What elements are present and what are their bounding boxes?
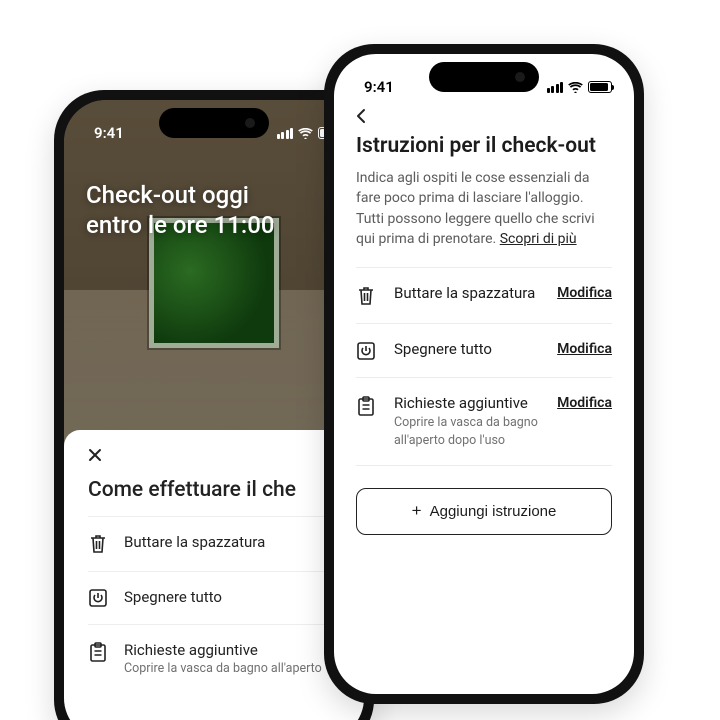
guest-row-trash: Buttare la spazzatura [88, 516, 340, 571]
guest-row-power: Spegnere tutto [88, 571, 340, 624]
guest-row-label: Buttare la spazzatura [124, 533, 265, 551]
guest-sheet: Come effettuare il che Buttare la spazza… [64, 430, 364, 720]
close-icon[interactable] [88, 448, 340, 462]
status-time: 9:41 [94, 124, 124, 142]
cellular-icon [277, 128, 294, 139]
dynamic-island [159, 108, 269, 138]
host-phone: 9:41 Istruzioni per il check-out Indica … [324, 44, 644, 704]
guest-row-label: Spegnere tutto [124, 588, 222, 606]
wifi-icon [298, 128, 313, 139]
page-lead: Indica agli ospiti le cose essenziali da… [356, 168, 612, 249]
instruction-label: Spegnere tutto [394, 340, 541, 358]
learn-more-link[interactable]: Scopri di più [500, 231, 577, 247]
guest-row-label: Richieste aggiuntive [124, 641, 322, 659]
instruction-row-requests: Richieste aggiuntive Coprire la vasca da… [356, 378, 612, 466]
instruction-row-trash: Buttare la spazzatura Modifica [356, 267, 612, 324]
trash-icon [88, 533, 110, 555]
cellular-icon [547, 82, 564, 93]
guest-row-requests: Richieste aggiuntive Coprire la vasca da… [88, 624, 340, 692]
back-button[interactable] [334, 106, 634, 130]
add-instruction-label: Aggiungi istruzione [430, 503, 557, 520]
edit-link[interactable]: Modifica [557, 394, 612, 411]
dynamic-island [429, 62, 539, 92]
trash-icon [356, 284, 378, 307]
instruction-list: Buttare la spazzatura Modifica Spegnere … [356, 267, 612, 466]
status-time: 9:41 [364, 78, 394, 96]
guest-screen: 9:41 Check-out oggi entro le ore 11:00 C… [64, 100, 364, 720]
add-instruction-button[interactable]: + Aggiungi istruzione [356, 488, 612, 535]
guest-row-sub: Coprire la vasca da bagno all'aperto [124, 661, 322, 676]
clipboard-icon [356, 394, 378, 417]
wifi-icon [568, 82, 583, 93]
checkout-hero-text: Check-out oggi entro le ore 11:00 [86, 180, 342, 240]
guest-sheet-title: Come effettuare il che [88, 478, 340, 502]
instruction-label: Buttare la spazzatura [394, 284, 541, 302]
power-icon [356, 340, 378, 361]
battery-icon [588, 81, 612, 93]
power-icon [88, 588, 110, 608]
instruction-row-power: Spegnere tutto Modifica [356, 324, 612, 378]
instruction-sub: Coprire la vasca da bagno all'aperto dop… [394, 414, 541, 449]
instruction-label: Richieste aggiuntive [394, 394, 541, 412]
host-screen: 9:41 Istruzioni per il check-out Indica … [334, 54, 634, 694]
edit-link[interactable]: Modifica [557, 340, 612, 357]
clipboard-icon [88, 641, 110, 663]
page-title: Istruzioni per il check-out [356, 134, 612, 158]
edit-link[interactable]: Modifica [557, 284, 612, 301]
